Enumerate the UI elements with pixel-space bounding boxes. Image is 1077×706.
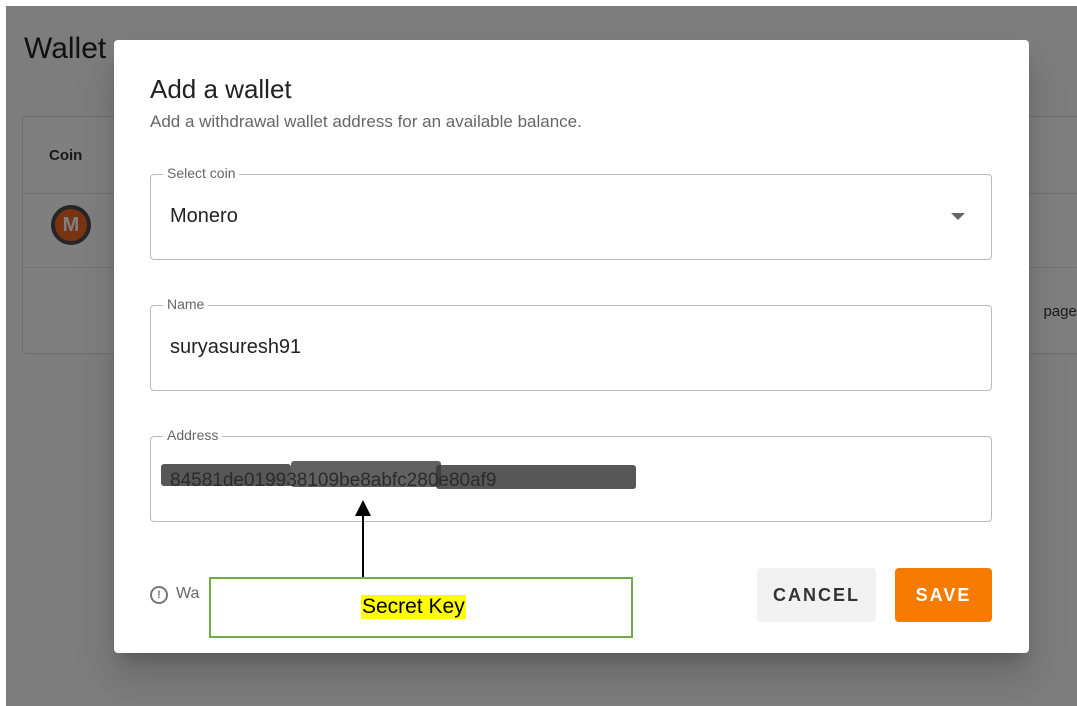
annotation-callout: Secret Key [209,577,633,638]
name-field[interactable]: Name suryasuresh91 [150,296,992,391]
annotation-arrow-line [362,513,364,577]
dropdown-arrow-icon[interactable] [951,213,965,220]
address-field[interactable]: Address 84581de019938109be8abfc280e80af9 [150,427,992,522]
select-coin-value: Monero [170,205,238,227]
name-input-value: suryasuresh91 [170,336,302,358]
save-button[interactable]: SAVE [895,568,992,622]
address-input-value: 84581de019938109be8abfc280e80af9 [170,470,497,491]
dialog-title: Add a wallet [150,74,292,104]
warning-note-text: Wa [176,585,200,602]
cancel-button[interactable]: CANCEL [757,568,876,622]
select-coin-label: Select coin [163,165,240,181]
address-label: Address [163,427,223,443]
annotation-label: Secret Key [361,595,466,619]
dialog-subtitle: Add a withdrawal wallet address for an a… [150,112,582,131]
name-label: Name [163,296,209,312]
info-icon: ! [150,586,168,604]
select-coin-field[interactable]: Select coin Monero [150,165,992,260]
add-wallet-dialog: Add a wallet Add a withdrawal wallet add… [114,40,1029,653]
